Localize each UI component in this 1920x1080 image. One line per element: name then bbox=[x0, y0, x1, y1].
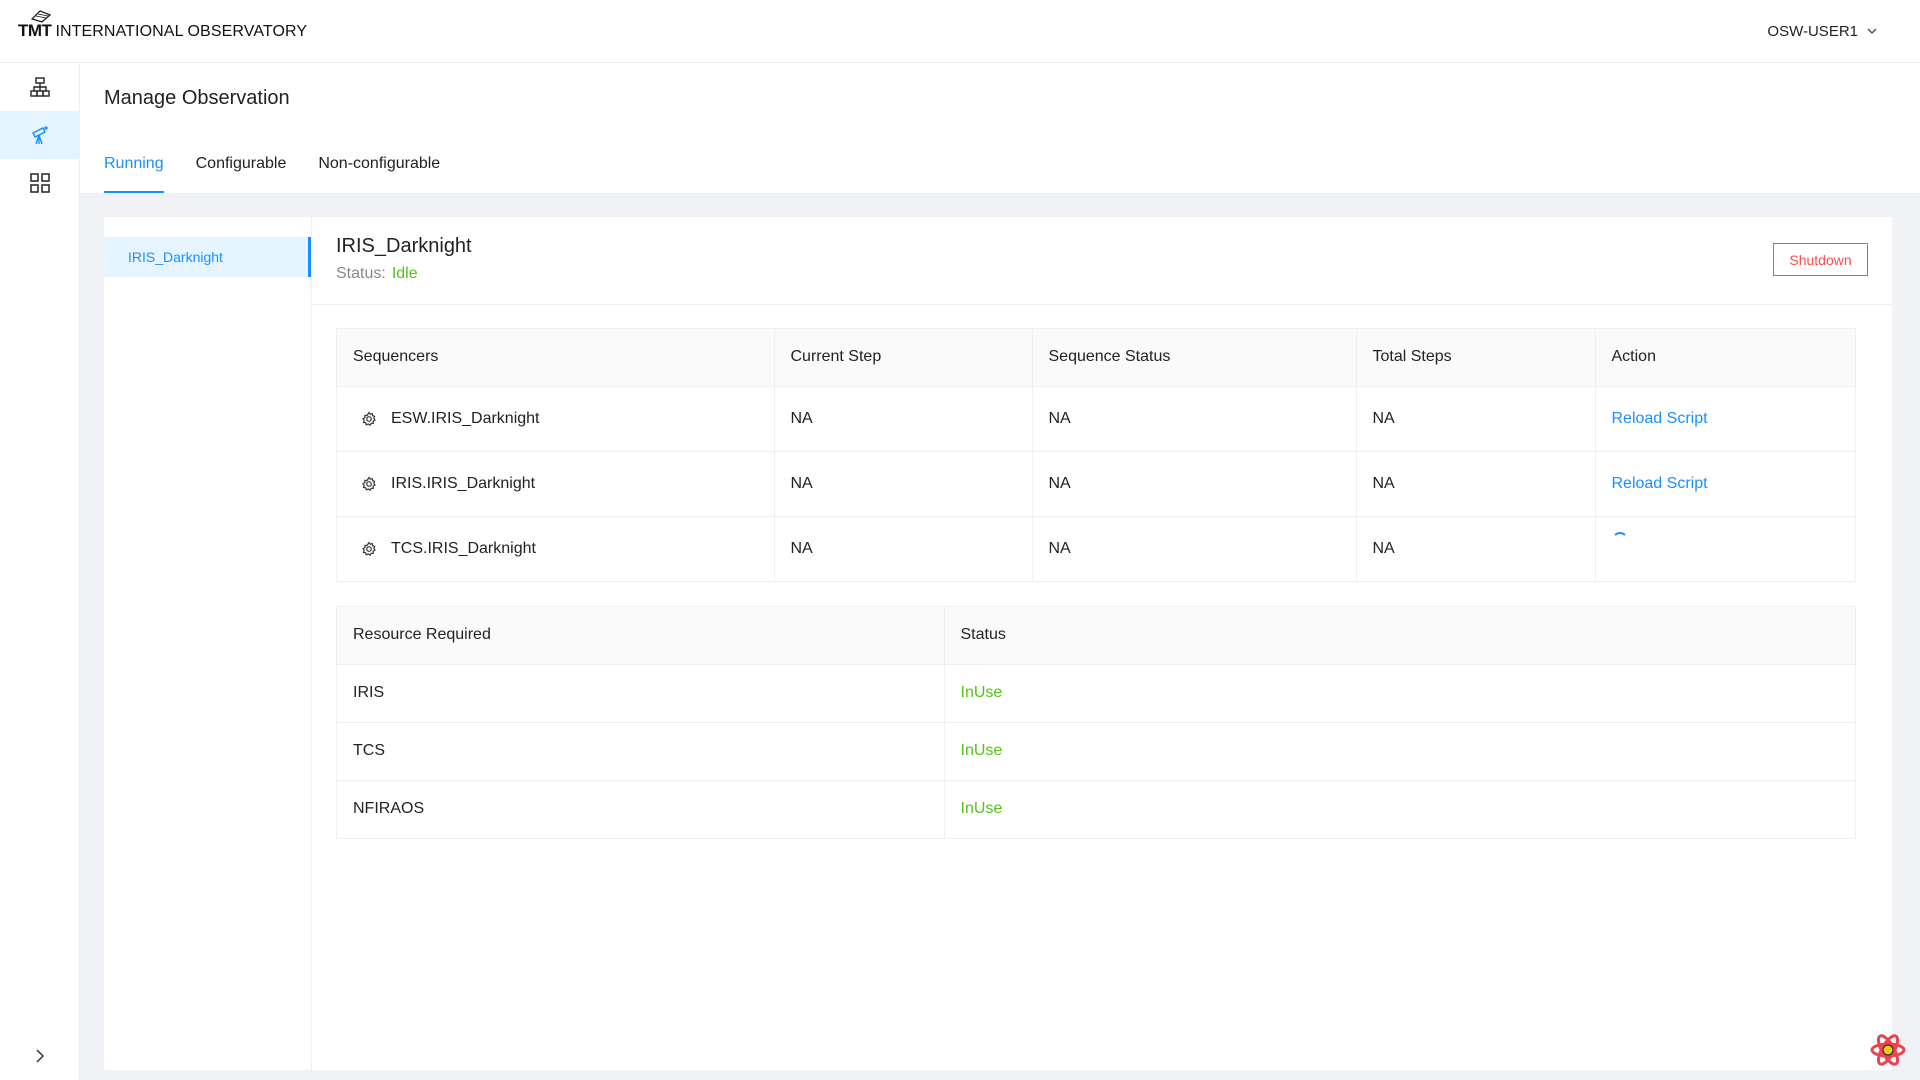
current-step: NA bbox=[774, 386, 1033, 452]
chevron-right-icon[interactable] bbox=[30, 1046, 50, 1066]
gear-icon[interactable] bbox=[361, 541, 377, 557]
page-header: Manage Observation Running Configurable … bbox=[80, 63, 1920, 193]
table-row: NFIRAOS InUse bbox=[337, 780, 1855, 838]
observation-name: IRIS_Darknight bbox=[336, 235, 472, 257]
shutdown-button[interactable]: Shutdown bbox=[1773, 243, 1868, 276]
tab-running[interactable]: Running bbox=[104, 143, 164, 193]
resource-name: NFIRAOS bbox=[337, 780, 945, 838]
current-step: NA bbox=[774, 516, 1033, 581]
status-label: Status: bbox=[336, 265, 386, 282]
observation-detail: IRIS_Darknight Status: Idle Shutdown Sequ… bbox=[312, 217, 1892, 1070]
sequencers-table: Sequencers Current Step Sequence Status … bbox=[336, 328, 1856, 582]
resource-name: IRIS bbox=[337, 664, 945, 723]
sequence-status: NA bbox=[1032, 451, 1357, 517]
telescope-icon bbox=[32, 126, 48, 145]
gear-icon[interactable] bbox=[361, 410, 377, 427]
reload-script-link[interactable]: Reload Script bbox=[1612, 475, 1708, 492]
table-row: TCS InUse bbox=[337, 722, 1855, 781]
total-steps: NA bbox=[1356, 451, 1596, 517]
sequence-status: NA bbox=[1032, 386, 1357, 452]
column-header: Current Step bbox=[774, 329, 1033, 387]
tmt-logo[interactable]: TMT INTERNATIONAL OBSERVATORY bbox=[18, 10, 308, 41]
total-steps: NA bbox=[1356, 516, 1596, 581]
sequence-status: NA bbox=[1032, 516, 1357, 581]
chevron-down-icon bbox=[1867, 28, 1877, 34]
tab-non-configurable[interactable]: Non-configurable bbox=[318, 143, 440, 193]
column-header: Resource Required bbox=[337, 607, 945, 665]
logo-text: INTERNATIONAL OBSERVATORY bbox=[55, 23, 308, 40]
content-card: IRIS_Darknight IRIS_Darknight Status: Idl… bbox=[104, 217, 1892, 1070]
detail-header: IRIS_Darknight Status: Idle Shutdown bbox=[312, 217, 1892, 305]
app-header: TMT INTERNATIONAL OBSERVATORY OSW-USER1 bbox=[0, 0, 1920, 63]
table-row: IRIS InUse bbox=[337, 664, 1855, 723]
sidebar-item-resources[interactable] bbox=[0, 159, 80, 207]
tab-bar: Running Configurable Non-configurable bbox=[104, 143, 440, 193]
sequencer-name: IRIS.IRIS_Darknight bbox=[391, 474, 536, 492]
resources-table: Resource Required Status IRIS InUse TCS … bbox=[336, 606, 1856, 839]
observation-list: IRIS_Darknight bbox=[104, 217, 312, 1070]
resource-status: InUse bbox=[944, 722, 1855, 781]
sequencer-name: TCS.IRIS_Darknight bbox=[391, 539, 536, 557]
current-step: NA bbox=[774, 451, 1033, 517]
user-menu[interactable]: OSW-USER1 bbox=[1767, 23, 1878, 40]
table-row: TCS.IRIS_Darknight NA NA NA bbox=[337, 516, 1855, 581]
observation-status: Status: Idle bbox=[336, 265, 418, 283]
logo-tmt: TMT bbox=[18, 21, 52, 40]
loading-spinner-icon bbox=[1611, 532, 1628, 548]
resource-name: TCS bbox=[337, 722, 945, 781]
column-header: Sequence Status bbox=[1032, 329, 1357, 387]
page-title: Manage Observation bbox=[104, 87, 290, 109]
total-steps: NA bbox=[1356, 386, 1596, 452]
gear-icon[interactable] bbox=[361, 475, 377, 492]
tab-configurable[interactable]: Configurable bbox=[196, 143, 287, 193]
table-row: IRIS.IRIS_Darknight NA NA NA Reload Scri… bbox=[337, 451, 1855, 517]
column-header: Total Steps bbox=[1356, 329, 1596, 387]
column-header: Action bbox=[1595, 329, 1855, 387]
table-row: ESW.IRIS_Darknight NA NA NA Reload Scrip… bbox=[337, 386, 1855, 452]
hierarchy-icon bbox=[30, 77, 50, 97]
sidebar-item-infrastructure[interactable] bbox=[0, 63, 80, 111]
column-header: Status bbox=[944, 607, 1855, 665]
resource-status: InUse bbox=[960, 800, 1003, 818]
sequencer-name: ESW.IRIS_Darknight bbox=[391, 409, 540, 427]
sidebar-item-observations[interactable] bbox=[0, 111, 80, 159]
telescope-logo-icon bbox=[30, 10, 52, 23]
grid-icon bbox=[30, 173, 50, 193]
column-header: Sequencers bbox=[337, 329, 775, 387]
resource-status: InUse bbox=[944, 664, 1855, 723]
user-name: OSW-USER1 bbox=[1767, 22, 1858, 40]
observation-item[interactable]: IRIS_Darknight bbox=[104, 237, 311, 277]
react-devtools-icon[interactable] bbox=[1868, 1030, 1908, 1070]
sidebar bbox=[0, 63, 80, 1080]
reload-script-link[interactable]: Reload Script bbox=[1612, 410, 1708, 427]
status-value: Idle bbox=[391, 265, 418, 282]
